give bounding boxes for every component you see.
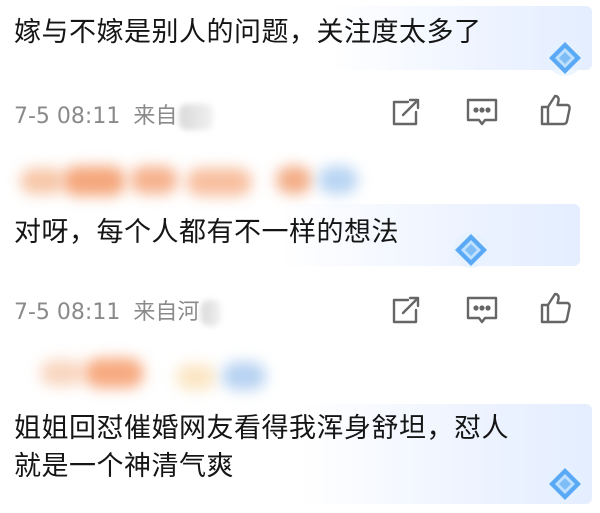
comment-icon[interactable]	[464, 292, 500, 328]
comment-timestamp: 7-5 08:11	[14, 300, 121, 325]
comment-location: 河	[177, 300, 200, 325]
comment-line: 嫁与不嫁是别人的问题，关注度太多了	[14, 17, 482, 48]
comment-meta-row: 7-5 08:11 来自河	[0, 288, 600, 328]
blurred-location	[179, 104, 214, 130]
share-icon[interactable]	[388, 94, 424, 130]
blurred-username-row	[0, 160, 600, 200]
comment-meta: 7-5 08:11 来自	[14, 98, 214, 130]
comment-icon[interactable]	[464, 94, 500, 130]
comment-text: 嫁与不嫁是别人的问题，关注度太多了	[14, 14, 482, 52]
diamond-badge-icon	[449, 228, 493, 272]
blurred-location	[201, 300, 222, 326]
comment-source: 来自	[133, 300, 178, 325]
comment-text: 姐姐回怼催婚网友看得我浑身舒坦，怼人 就是一个神清气爽	[14, 410, 509, 486]
share-icon[interactable]	[388, 292, 424, 328]
thumbs-up-icon[interactable]	[538, 92, 574, 128]
blurred-username-row	[0, 354, 600, 394]
comment-text: 对呀，每个人都有不一样的想法	[14, 214, 399, 252]
comment-2: 对呀，每个人都有不一样的想法	[0, 200, 600, 280]
comment-meta: 7-5 08:11 来自河	[14, 294, 222, 326]
comment-1: 嫁与不嫁是别人的问题，关注度太多了	[0, 0, 600, 88]
comment-source: 来自	[133, 104, 178, 129]
comment-line: 对呀，每个人都有不一样的想法	[14, 217, 399, 248]
comment-timestamp: 7-5 08:11	[14, 104, 121, 129]
thumbs-up-icon[interactable]	[538, 290, 574, 326]
comment-line: 就是一个神清气爽	[14, 451, 234, 482]
diamond-badge-icon	[543, 462, 587, 506]
diamond-badge-icon	[543, 36, 587, 80]
comment-line: 姐姐回怼催婚网友看得我浑身舒坦，怼人	[14, 413, 509, 444]
comment-meta-row: 7-5 08:11 来自	[0, 92, 600, 132]
comment-3: 姐姐回怼催婚网友看得我浑身舒坦，怼人 就是一个神清气爽	[0, 404, 600, 513]
